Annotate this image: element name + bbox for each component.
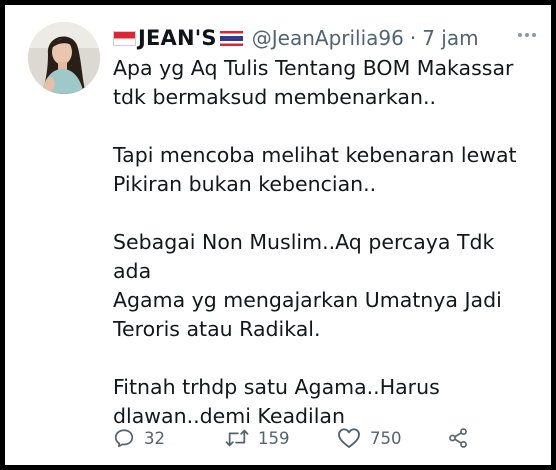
tweet-paragraph: Apa yg Aq Tulis Tentang BOM Makassar tdk…	[113, 54, 532, 112]
tweet-text: Apa yg Aq Tulis Tentang BOM Makassar tdk…	[113, 54, 532, 431]
thailand-flag-icon	[219, 30, 243, 46]
tweet-paragraph: Sebagai Non Muslim..Aq percaya Tdk ada A…	[113, 228, 532, 344]
tweet-line: tdk bermaksud membenarkan..	[113, 85, 436, 109]
tweet-header: JEAN'S @JeanAprilia96 · 7 jam	[113, 24, 536, 52]
tweet-line: Sebagai Non Muslim..Aq percaya Tdk ada	[113, 230, 495, 283]
tweet-timestamp[interactable]: 7 jam	[422, 26, 478, 50]
indonesia-flag-icon	[113, 30, 136, 46]
display-name[interactable]: JEAN'S	[138, 26, 217, 50]
tweet-line: Agama yg mengajarkan Umatnya Jadi	[113, 288, 502, 312]
more-icon[interactable]	[516, 25, 538, 37]
retweet-button[interactable]: 159	[225, 424, 290, 452]
user-handle[interactable]: @JeanAprilia96	[252, 26, 404, 50]
reply-count: 32	[144, 428, 165, 448]
meta-separator: ·	[409, 26, 417, 50]
tweet-line: Fitnah trhdp satu Agama..Harus	[113, 375, 440, 399]
like-count: 750	[370, 428, 402, 448]
retweet-icon	[225, 427, 249, 449]
tweet-card[interactable]: JEAN'S @JeanAprilia96 · 7 jam Apa yg Aq …	[10, 10, 546, 460]
tweet-actions: 32 159 750	[113, 424, 526, 452]
tweet-paragraph: Fitnah trhdp satu Agama..Harus dlawan..d…	[113, 373, 532, 431]
tweet-line: Tapi mencoba melihat kebenaran lewat	[113, 143, 517, 167]
reply-button[interactable]: 32	[113, 424, 165, 452]
heart-icon	[337, 427, 361, 449]
share-icon	[447, 427, 469, 449]
avatar[interactable]	[28, 22, 100, 94]
tweet-line: Teroris atau Radikal.	[113, 317, 321, 341]
screenshot-frame: JEAN'S @JeanAprilia96 · 7 jam Apa yg Aq …	[0, 0, 556, 470]
avatar-image	[28, 22, 100, 94]
tweet-paragraph: Tapi mencoba melihat kebenaran lewat Pik…	[113, 141, 532, 199]
reply-icon	[113, 427, 135, 449]
share-button[interactable]	[447, 424, 469, 452]
tweet-line: Pikiran bukan kebencian..	[113, 172, 377, 196]
tweet-line: Apa yg Aq Tulis Tentang BOM Makassar	[113, 56, 514, 80]
like-button[interactable]: 750	[337, 424, 402, 452]
retweet-count: 159	[258, 428, 290, 448]
